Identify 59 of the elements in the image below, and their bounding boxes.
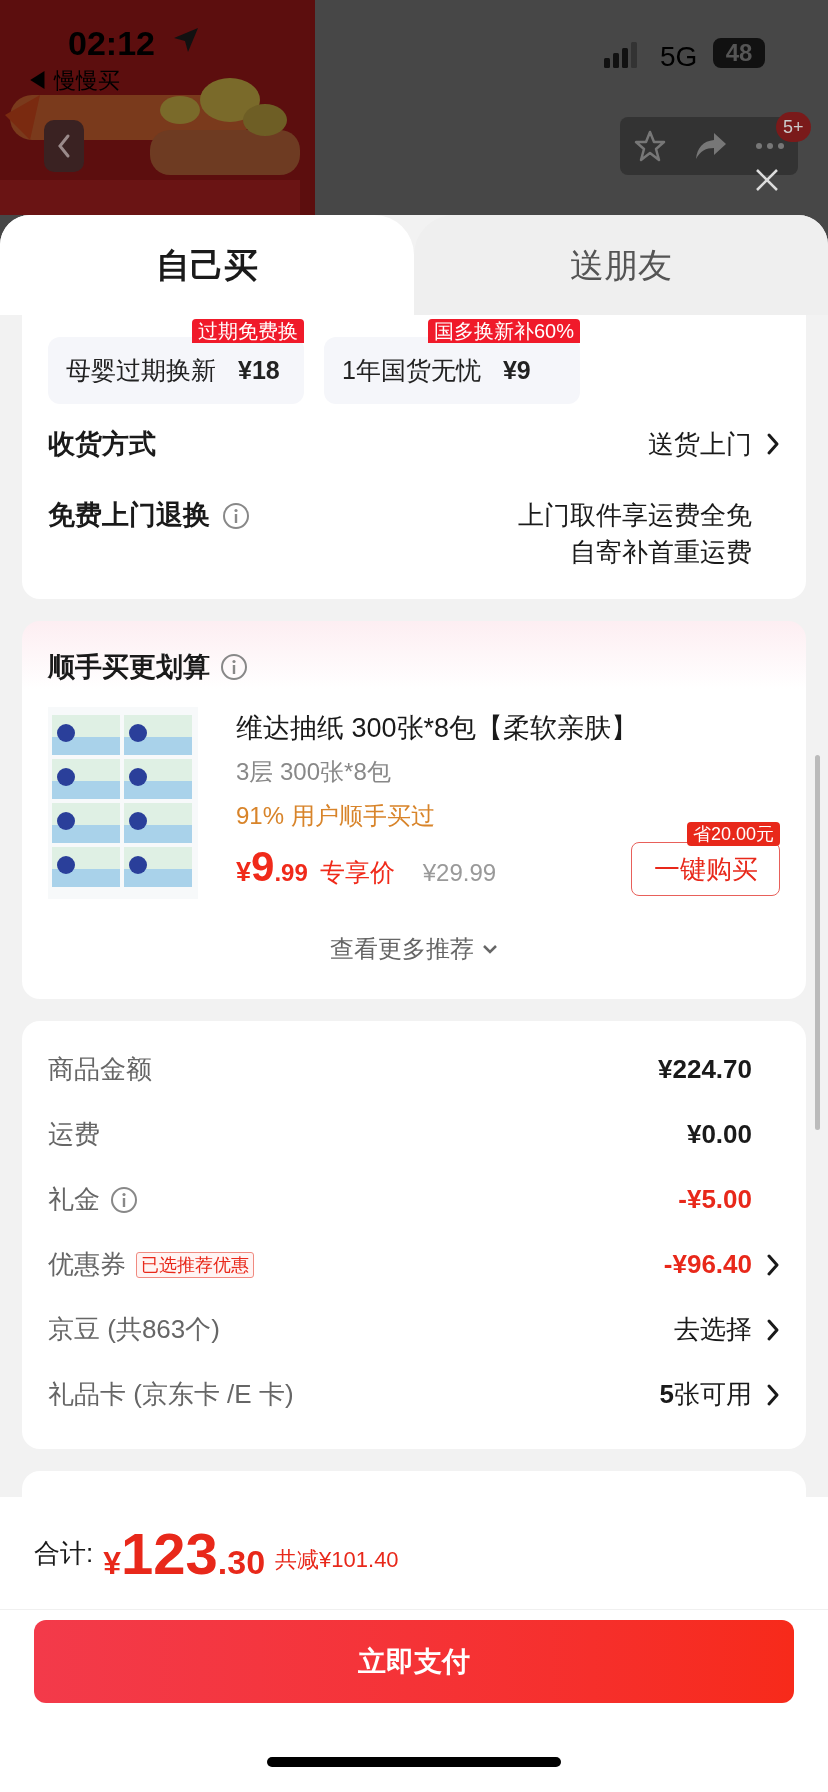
delivery-label: 收货方式 xyxy=(48,427,156,461)
service-name: 1年国货无忧 xyxy=(342,354,481,386)
summary-label: 优惠券 xyxy=(48,1248,126,1281)
product-title[interactable]: 维达抽纸 300张*8包【柔软亲肤】 xyxy=(236,706,639,750)
info-icon[interactable] xyxy=(220,653,248,681)
close-icon[interactable] xyxy=(755,168,779,192)
info-icon[interactable] xyxy=(222,501,250,530)
service-name: 母婴过期换新 xyxy=(66,354,216,386)
chevron-right-icon xyxy=(766,1317,780,1342)
summary-label: 礼品卡 (京东卡 /E 卡) xyxy=(48,1378,294,1411)
summary-value: -¥5.00 xyxy=(678,1183,752,1216)
network-label: 5G xyxy=(660,40,698,74)
back-button[interactable] xyxy=(44,120,84,172)
chevron-left-icon xyxy=(56,133,72,159)
service-price: ¥9 xyxy=(502,354,531,386)
service-tag: 过期免费换 xyxy=(192,319,304,343)
delivery-method[interactable]: 送货上门 xyxy=(648,424,752,464)
returns-note: 上门取件享运费全免 xyxy=(518,499,752,532)
summary-value[interactable]: 5张可用 xyxy=(659,1375,752,1414)
summary-value: ¥0.00 xyxy=(686,1118,752,1151)
location-arrow-icon xyxy=(172,26,200,54)
tab[interactable]: 自己买 xyxy=(0,215,414,315)
pay-button[interactable]: 立即支付 xyxy=(34,1620,794,1703)
chevron-right-icon xyxy=(766,1382,780,1407)
saving-tag: 省20.00元 xyxy=(686,822,780,846)
star-icon[interactable] xyxy=(633,129,668,163)
product-price: ¥9.99 xyxy=(236,842,308,892)
summary-label: 商品金额 xyxy=(48,1053,152,1086)
price-label: 专享价 xyxy=(319,857,395,888)
summary-value: ¥224.70 xyxy=(658,1053,752,1086)
total-amount: ¥123.30 xyxy=(103,1519,266,1588)
summary-value[interactable]: -¥96.40 xyxy=(663,1245,752,1284)
service-tag: 国多换新补60% xyxy=(427,319,580,343)
service-price: ¥18 xyxy=(238,354,280,386)
signal-icon xyxy=(604,42,640,68)
more-icon[interactable] xyxy=(754,142,785,150)
status-time: 02:12 xyxy=(68,23,155,64)
summary-label: 礼金 xyxy=(48,1183,100,1216)
chevron-right-icon xyxy=(766,1252,780,1277)
returns-label: 免费上门退换 xyxy=(48,499,210,533)
total-saving: 共减¥101.40 xyxy=(275,1545,399,1574)
coupon-tag: 已选推荐优惠 xyxy=(136,1251,254,1278)
original-price: ¥29.99 xyxy=(422,858,497,888)
product-spec: 3层 300张*8包 xyxy=(236,757,391,787)
summary-label: 京豆 (共863个) xyxy=(48,1313,220,1346)
notification-badge: 5+ xyxy=(776,112,811,142)
chevron-right-icon xyxy=(766,432,780,456)
more-recommendations-link[interactable]: 查看更多推荐 xyxy=(330,931,474,967)
info-icon[interactable] xyxy=(110,1185,138,1214)
share-icon[interactable] xyxy=(694,131,728,161)
summary-value[interactable]: 去选择 xyxy=(674,1310,752,1349)
returns-note: 自寄补首重运费 xyxy=(570,536,752,569)
addon-title: 顺手买更划算 xyxy=(48,650,210,684)
buyer-stat: 91% 用户顺手买过 xyxy=(236,801,435,831)
total-label: 合计: xyxy=(34,1536,94,1570)
quick-buy-button[interactable]: 一键购买 xyxy=(631,842,780,896)
chevron-down-icon xyxy=(482,944,498,954)
battery-indicator: 48 xyxy=(713,38,765,68)
summary-label: 运费 xyxy=(48,1118,100,1151)
